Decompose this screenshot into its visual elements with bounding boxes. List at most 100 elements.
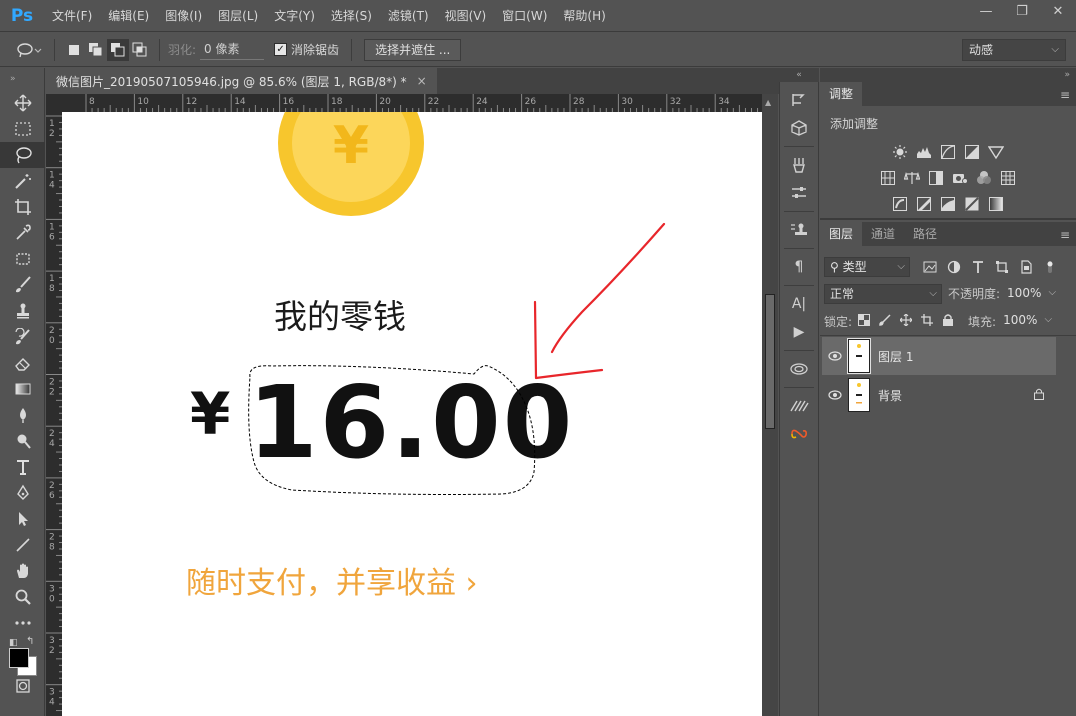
pen-tool-icon[interactable] [0,480,45,506]
filter-kind-select[interactable]: ⚲ 类型 ⌵ [824,256,910,277]
document-tab[interactable]: 微信图片_20190507105946.jpg @ 85.6% (图层 1, R… [46,68,437,94]
minimize-button[interactable]: — [968,0,1004,22]
layer-thumbnail[interactable] [848,378,870,412]
path-selection-tool-icon[interactable] [0,506,45,532]
menu-layer[interactable]: 图层(L) [210,0,266,32]
fill-input[interactable]: 100% ⌵ [998,311,1056,331]
layer-name[interactable]: 图层 1 [878,348,913,365]
black-white-icon[interactable] [926,168,946,188]
smart-object-filter-icon[interactable] [1014,259,1038,274]
layer-item-background[interactable]: 背景 [822,376,1056,414]
lock-position-icon[interactable] [899,313,913,329]
menu-edit[interactable]: 编辑(E) [100,0,157,32]
panel-menu-icon[interactable]: ≡ [1060,228,1070,242]
crop-tool-icon[interactable] [0,194,45,220]
menu-help[interactable]: 帮助(H) [555,0,613,32]
close-window-button[interactable]: ✕ [1040,0,1076,22]
dodge-tool-icon[interactable] [0,428,45,454]
color-lookup-icon[interactable] [998,168,1018,188]
stamp-tool-icon[interactable] [0,298,45,324]
selective-color-icon[interactable] [962,194,982,214]
antialias-checkbox[interactable]: ✓ [274,43,288,56]
invert-icon[interactable] [890,194,910,214]
menu-view[interactable]: 视图(V) [437,0,495,32]
vertical-scrollbar[interactable]: ▲ [762,94,778,716]
color-swatches[interactable]: ◧ ↰ [0,636,44,676]
quick-mask-icon[interactable] [0,676,45,696]
eye-icon[interactable] [822,390,848,400]
threshold-icon[interactable] [938,194,958,214]
layer-name[interactable]: 背景 [878,387,902,404]
eyedropper-tool-icon[interactable] [0,220,45,246]
type-filter-icon[interactable] [966,260,990,274]
libraries-panel-icon[interactable] [780,355,818,383]
menu-image[interactable]: 图像(I) [157,0,210,32]
gradient-map-icon[interactable] [986,194,1006,214]
close-tab-icon[interactable]: × [417,74,427,88]
panels-collapse-icon[interactable]: » [820,68,1076,82]
character-panel-icon[interactable]: A| [780,290,818,318]
lock-artboard-icon[interactable] [921,313,934,329]
eye-icon[interactable] [822,351,848,361]
blur-tool-icon[interactable] [0,402,45,428]
vertical-ruler[interactable]: 121416182022242628303234 [46,112,62,716]
lasso-tool-icon[interactable] [0,142,45,168]
shape-filter-icon[interactable] [990,260,1014,274]
opacity-input[interactable]: 100% ⌵ [1002,284,1060,304]
menu-window[interactable]: 窗口(W) [494,0,555,32]
levels-icon[interactable] [914,142,934,162]
feather-input[interactable]: 0 像素 [200,40,265,60]
menu-type[interactable]: 文字(Y) [266,0,323,32]
collapse-icon[interactable]: » [0,68,44,90]
creative-cloud-icon[interactable] [780,420,818,448]
swap-colors-icon[interactable]: ↰ [26,636,34,647]
panel-menu-icon[interactable]: ≡ [1060,88,1070,102]
actions-panel-icon[interactable]: ▶ [780,318,818,346]
workspace-select[interactable]: 动感 ⌵ [962,39,1066,61]
paragraph-panel-icon[interactable]: ¶ [780,253,818,281]
hue-saturation-icon[interactable] [878,168,898,188]
history-panel-icon[interactable] [780,86,818,114]
blend-mode-select[interactable]: 正常 ⌵ [824,283,942,304]
posterize-icon[interactable] [914,194,934,214]
exposure-icon[interactable] [962,142,982,162]
brush-settings-icon[interactable] [780,151,818,179]
adjustment-filter-icon[interactable] [942,260,966,274]
3d-panel-icon[interactable] [780,114,818,142]
new-selection-icon[interactable] [63,39,85,61]
menu-filter[interactable]: 滤镜(T) [380,0,437,32]
lock-pixels-icon[interactable] [879,313,891,329]
default-colors-icon[interactable]: ◧ [9,638,18,648]
channel-mixer-icon[interactable] [974,168,994,188]
marquee-tool-icon[interactable] [0,116,45,142]
menu-select[interactable]: 选择(S) [323,0,380,32]
intersect-selection-icon[interactable] [129,39,151,61]
zoom-tool-icon[interactable] [0,584,45,610]
tab-adjustments[interactable]: 调整 [820,82,863,106]
image-filter-icon[interactable] [918,260,942,274]
move-tool-icon[interactable] [0,90,45,116]
gradient-tool-icon[interactable] [0,376,45,402]
tab-paths[interactable]: 路径 [904,222,946,246]
foreground-color-swatch[interactable] [9,648,29,668]
lock-transparent-icon[interactable] [858,313,871,329]
tab-channels[interactable]: 通道 [862,222,904,246]
brushes-panel-icon[interactable] [780,392,818,420]
hand-tool-icon[interactable] [0,558,45,584]
clone-source-icon[interactable] [780,216,818,244]
menu-file[interactable]: 文件(F) [44,0,100,32]
scroll-up-icon[interactable]: ▲ [765,98,771,107]
select-and-mask-button[interactable]: 选择并遮住 ... [364,38,462,61]
brightness-contrast-icon[interactable] [890,142,910,162]
horizontal-ruler[interactable]: 8 10 12 14 16 18 20 22 24 26 28 30 32 34 [62,94,762,112]
restore-button[interactable]: ❐ [1004,0,1040,22]
more-tools-icon[interactable] [0,610,45,636]
type-tool-icon[interactable] [0,454,45,480]
subtract-selection-icon[interactable] [107,38,129,61]
history-brush-tool-icon[interactable] [0,324,45,350]
dock-collapse-icon[interactable]: « [779,68,819,82]
lasso-preset-icon[interactable] [12,39,46,61]
photoshop-logo[interactable]: Ps [0,0,44,32]
curves-icon[interactable] [938,142,958,162]
filter-toggle-icon[interactable] [1038,260,1062,274]
